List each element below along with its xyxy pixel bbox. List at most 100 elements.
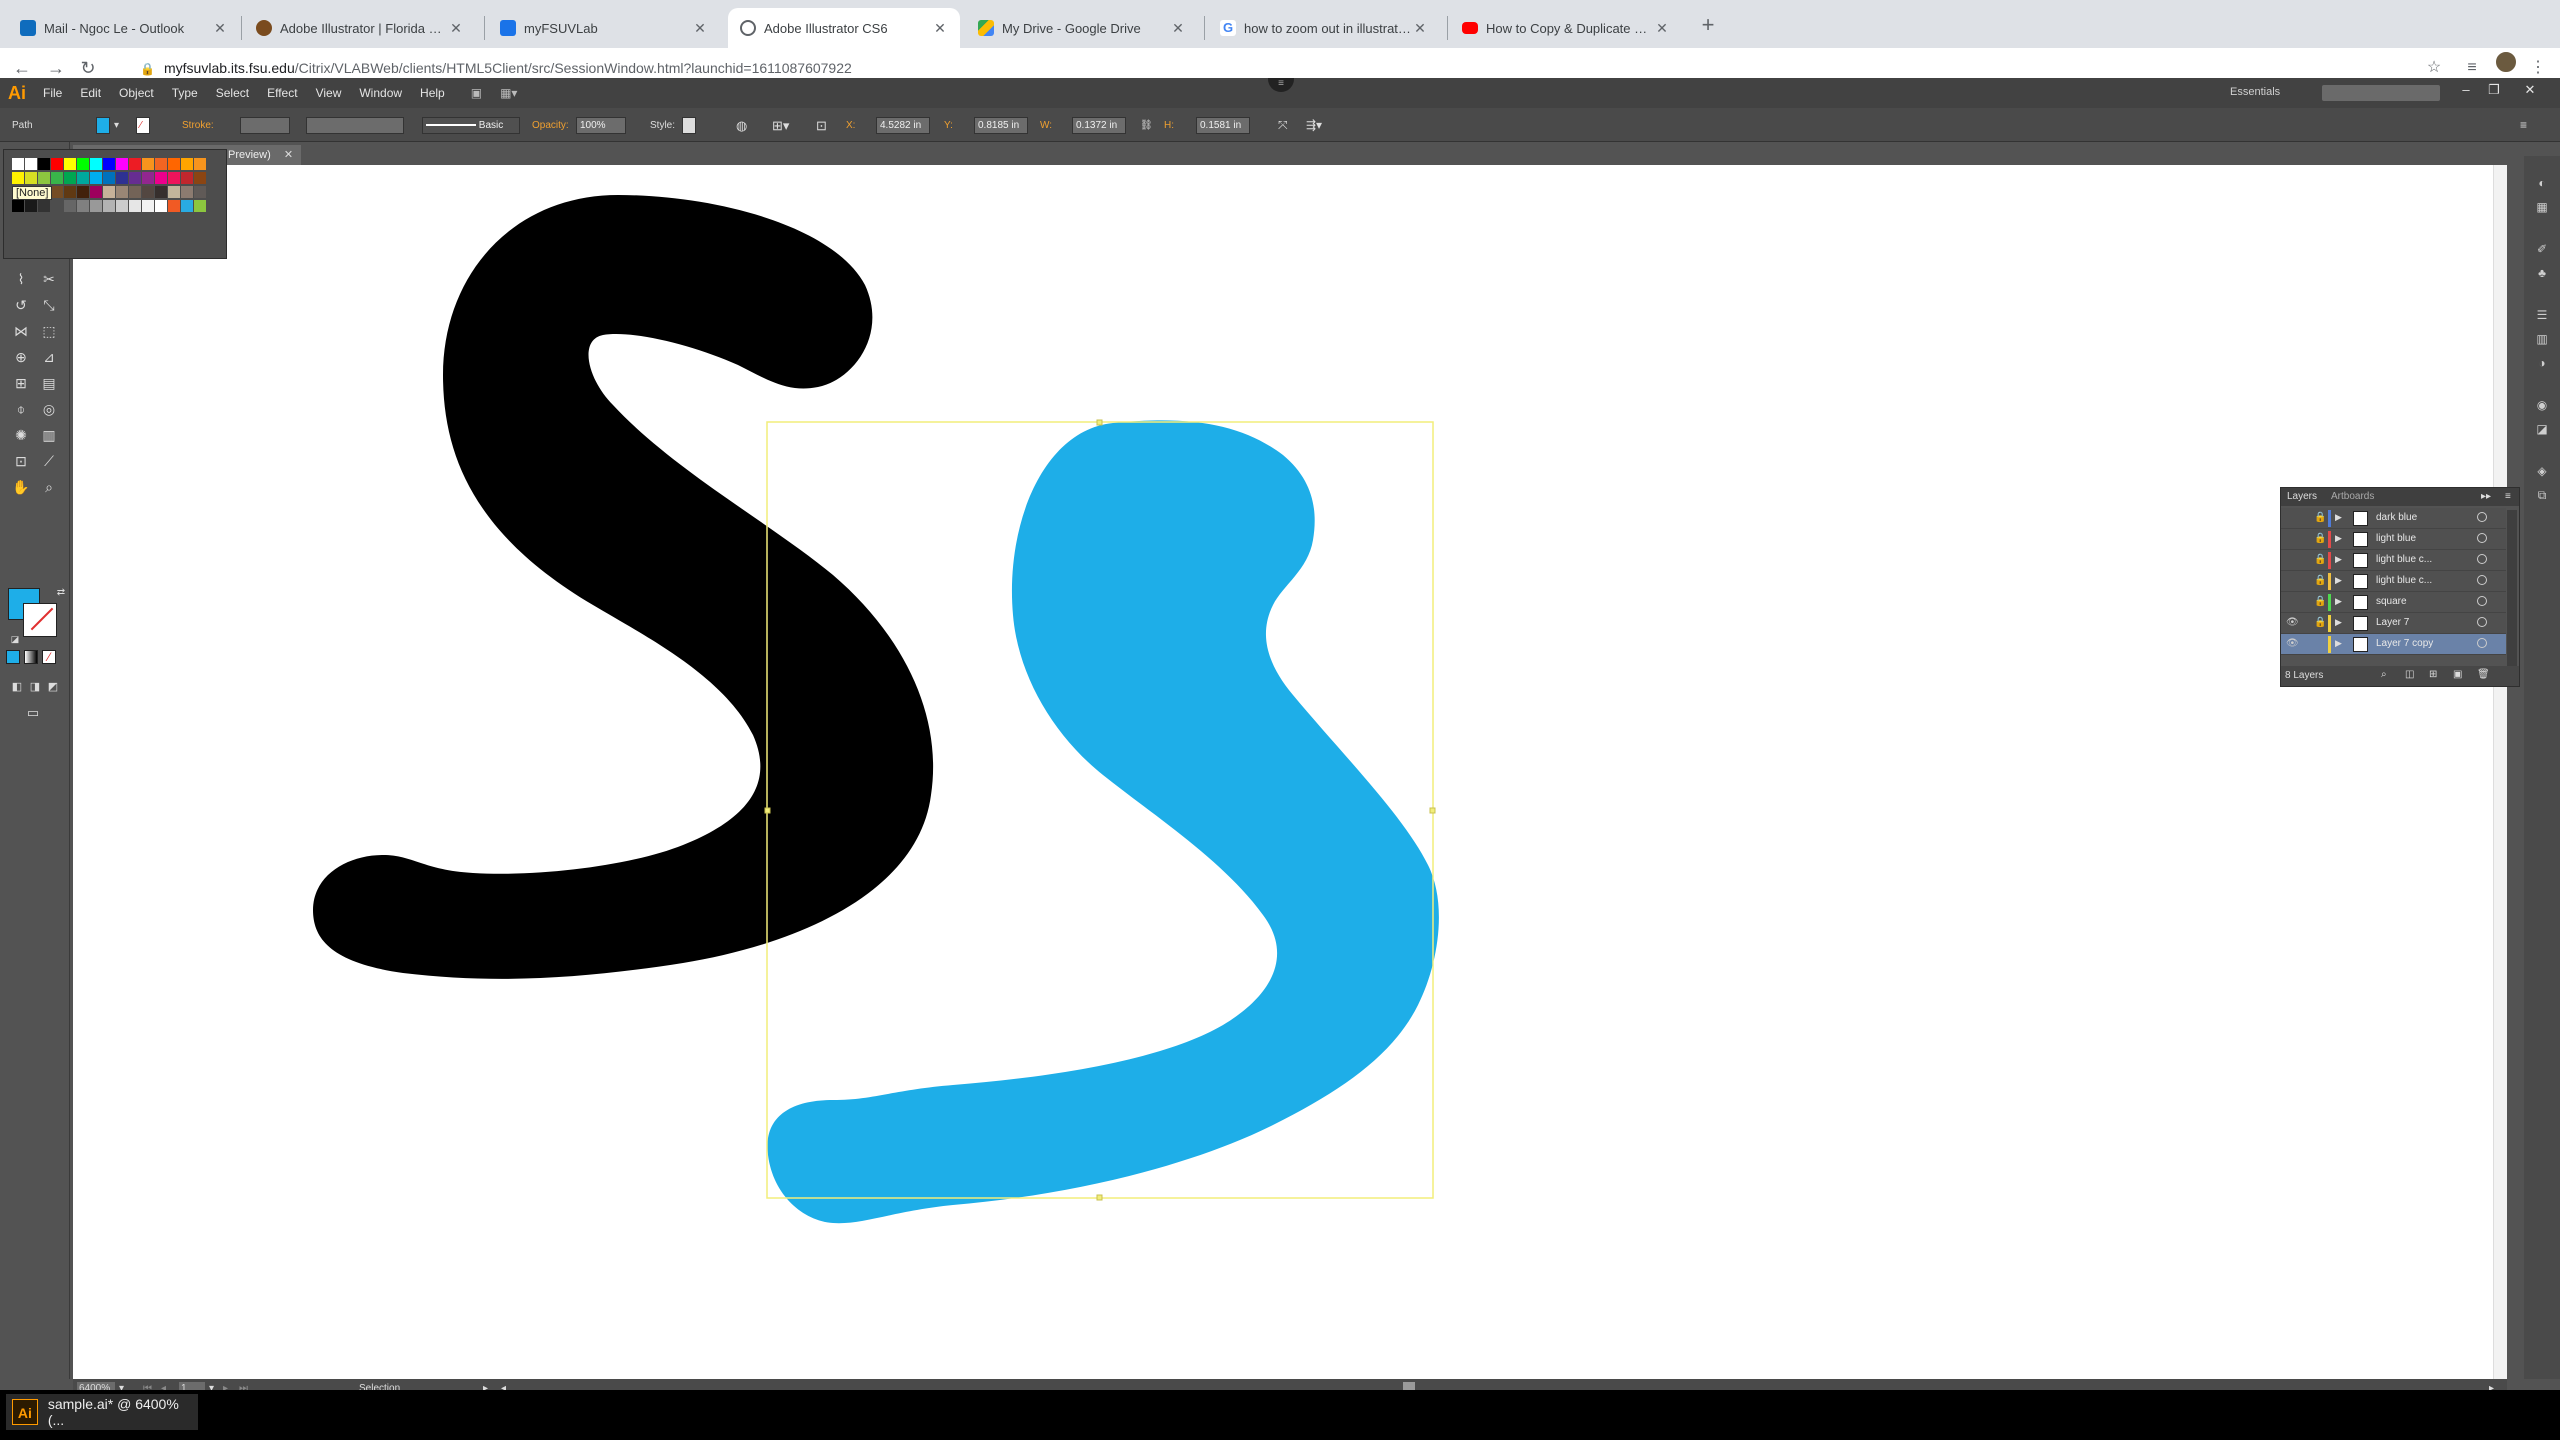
lock-icon[interactable]: 🔒 bbox=[2314, 617, 2326, 628]
new-layer-icon[interactable]: ▣ bbox=[2453, 669, 2462, 680]
new-sublayer-icon[interactable]: ⊞ bbox=[2429, 669, 2437, 680]
y-coordinate-field[interactable]: 0.8185 in bbox=[974, 117, 1028, 134]
color-swatch[interactable] bbox=[129, 186, 141, 198]
color-swatch[interactable] bbox=[181, 200, 193, 212]
close-icon[interactable]: ✕ bbox=[448, 20, 464, 37]
color-swatch[interactable] bbox=[12, 172, 24, 184]
layer-row[interactable]: 👁 🔒 ▶ Layer 7 bbox=[2281, 613, 2506, 634]
expand-triangle-icon[interactable]: ▶ bbox=[2335, 533, 2342, 544]
eyedropper-icon[interactable]: ⌽ bbox=[10, 398, 32, 420]
color-swatch[interactable] bbox=[155, 158, 167, 170]
color-swatch[interactable] bbox=[12, 200, 24, 212]
width-tool-icon[interactable]: ⋈ bbox=[10, 320, 32, 342]
color-mode-icon[interactable] bbox=[6, 650, 20, 664]
variable-width-profile[interactable] bbox=[306, 117, 404, 134]
black-s-shape[interactable] bbox=[313, 195, 934, 979]
tab-myfsuvlab[interactable]: myFSUVLab ✕ bbox=[488, 8, 720, 48]
free-transform-icon[interactable]: ⬚ bbox=[38, 320, 60, 342]
layers-scrollbar[interactable] bbox=[2507, 510, 2517, 666]
color-swatch[interactable] bbox=[77, 186, 89, 198]
profile-avatar[interactable] bbox=[2494, 50, 2518, 74]
visibility-eye-icon[interactable] bbox=[2286, 533, 2298, 545]
y-label[interactable]: Y: bbox=[944, 117, 953, 134]
stroke-color-picker[interactable]: ⁄ bbox=[136, 117, 150, 134]
color-swatch[interactable] bbox=[155, 200, 167, 212]
color-swatch[interactable] bbox=[116, 172, 128, 184]
color-swatch[interactable] bbox=[38, 200, 50, 212]
color-swatch[interactable] bbox=[194, 158, 206, 170]
opacity-label[interactable]: Opacity: bbox=[532, 117, 569, 134]
color-swatch[interactable] bbox=[116, 200, 128, 212]
layer-name[interactable]: light blue c... bbox=[2376, 575, 2432, 586]
menu-select[interactable]: Select bbox=[207, 86, 258, 100]
color-swatch[interactable] bbox=[38, 172, 50, 184]
target-circle-icon[interactable] bbox=[2477, 596, 2487, 606]
chevron-down-icon[interactable]: ▾ bbox=[114, 117, 119, 134]
menu-type[interactable]: Type bbox=[163, 86, 207, 100]
color-swatch[interactable] bbox=[25, 172, 37, 184]
citrix-handle-icon[interactable]: ≡ bbox=[1268, 78, 1294, 92]
color-swatch[interactable] bbox=[12, 158, 24, 170]
reload-icon[interactable]: ↻ bbox=[76, 56, 100, 80]
default-fill-stroke-icon[interactable]: ◪ bbox=[4, 628, 26, 650]
panel-menu-icon[interactable]: ≡ bbox=[2505, 491, 2511, 502]
stroke-weight-field[interactable] bbox=[240, 117, 290, 134]
color-swatch[interactable] bbox=[103, 172, 115, 184]
visibility-eye-icon[interactable]: 👁 bbox=[2286, 638, 2299, 650]
workspace-switcher[interactable]: Essentials bbox=[2230, 86, 2280, 98]
target-circle-icon[interactable] bbox=[2477, 533, 2487, 543]
gradient-icon[interactable]: ▥ bbox=[2534, 332, 2550, 348]
lock-icon[interactable]: 🔒 bbox=[2314, 512, 2326, 523]
color-swatch[interactable] bbox=[168, 200, 180, 212]
color-swatch[interactable] bbox=[155, 186, 167, 198]
taskbar-illustrator-item[interactable]: Ai sample.ai* @ 6400% (... bbox=[6, 1394, 198, 1430]
tab-illustrator-cs6[interactable]: Adobe Illustrator CS6 ✕ bbox=[728, 8, 960, 48]
transform-icon[interactable]: ⤧ bbox=[1278, 117, 1288, 134]
visibility-eye-icon[interactable] bbox=[2286, 575, 2298, 587]
swap-fill-stroke-icon[interactable]: ⇄ bbox=[50, 582, 72, 604]
isolate-icon[interactable]: ⇶▾ bbox=[1306, 117, 1322, 134]
layer-row[interactable]: 🔒 ▶ dark blue bbox=[2281, 508, 2506, 529]
transparency-icon[interactable]: ◑ bbox=[2534, 356, 2550, 372]
close-icon[interactable]: ✕ bbox=[284, 149, 293, 161]
color-swatch[interactable] bbox=[142, 186, 154, 198]
artboards-icon[interactable]: ⧉ bbox=[2534, 488, 2550, 504]
color-swatch[interactable] bbox=[155, 172, 167, 184]
layer-name[interactable]: Layer 7 bbox=[2376, 617, 2409, 628]
target-circle-icon[interactable] bbox=[2477, 638, 2487, 648]
trash-icon[interactable]: 🗑 bbox=[2477, 669, 2490, 680]
star-icon[interactable]: ☆ bbox=[2422, 56, 2446, 80]
graphic-style-picker[interactable] bbox=[682, 117, 696, 134]
menu-view[interactable]: View bbox=[307, 86, 351, 100]
gradient-icon[interactable]: ▤ bbox=[38, 372, 60, 394]
menu-edit[interactable]: Edit bbox=[71, 86, 110, 100]
zoom-icon[interactable]: ⌕ bbox=[38, 476, 60, 498]
color-swatch[interactable] bbox=[51, 172, 63, 184]
brushes-icon[interactable]: ✐ bbox=[2534, 242, 2550, 258]
x-label[interactable]: X: bbox=[846, 117, 855, 134]
expand-triangle-icon[interactable]: ▶ bbox=[2335, 575, 2342, 586]
color-swatch[interactable] bbox=[90, 200, 102, 212]
target-circle-icon[interactable] bbox=[2477, 617, 2487, 627]
x-coordinate-field[interactable]: 4.5282 in bbox=[876, 117, 930, 134]
close-icon[interactable]: ✕ bbox=[932, 20, 948, 37]
visibility-eye-icon[interactable]: 👁 bbox=[2286, 617, 2299, 629]
clipping-mask-icon[interactable]: ◫ bbox=[2405, 669, 2414, 680]
bridge-icon[interactable]: ▣ bbox=[462, 86, 491, 100]
selection-handle[interactable] bbox=[1429, 807, 1436, 814]
color-swatch[interactable] bbox=[25, 158, 37, 170]
constrain-proportions-icon[interactable]: ⛓ bbox=[1140, 117, 1153, 134]
arrange-documents-icon[interactable]: ▦▾ bbox=[491, 86, 526, 100]
layer-name[interactable]: Layer 7 copy bbox=[2376, 638, 2433, 649]
screen-mode-icon[interactable]: ▭ bbox=[22, 702, 44, 724]
vertical-scrollbar[interactable] bbox=[2493, 165, 2507, 1379]
selection-handle[interactable] bbox=[1096, 1194, 1103, 1201]
color-swatch[interactable] bbox=[64, 186, 76, 198]
color-swatch[interactable] bbox=[103, 200, 115, 212]
height-field[interactable]: 0.1581 in bbox=[1196, 117, 1250, 134]
gradient-mode-icon[interactable] bbox=[24, 650, 38, 664]
search-field[interactable] bbox=[2322, 85, 2440, 101]
menu-help[interactable]: Help bbox=[411, 86, 454, 100]
perspective-grid-icon[interactable]: ⊿ bbox=[38, 346, 60, 368]
appearance-icon[interactable]: ◉ bbox=[2534, 398, 2550, 414]
